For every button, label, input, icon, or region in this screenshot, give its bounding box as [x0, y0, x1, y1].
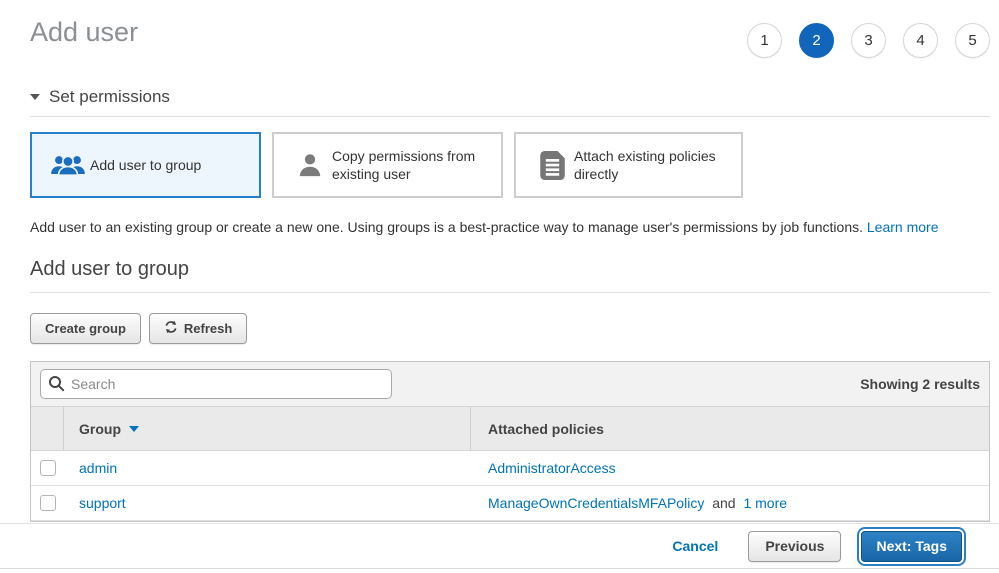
row-checkbox-admin[interactable]	[40, 460, 56, 476]
policy-link[interactable]: AdministratorAccess	[488, 460, 616, 476]
set-permissions-title: Set permissions	[49, 87, 170, 107]
permissions-description: Add user to an existing group or create …	[30, 219, 990, 235]
cancel-link[interactable]: Cancel	[672, 538, 718, 554]
table-row-support: support ManageOwnCredentialsMFAPolicy an…	[31, 486, 989, 521]
search-input[interactable]	[40, 369, 392, 399]
description-text: Add user to an existing group or create …	[30, 219, 863, 235]
search-icon	[48, 375, 65, 397]
step-2-active: 2	[799, 23, 834, 58]
step-4: 4	[903, 23, 938, 58]
wizard-steps: 1 2 3 4 5	[747, 23, 990, 58]
results-count: Showing 2 results	[860, 376, 980, 392]
group-toolbar: Create group Refresh	[30, 313, 990, 344]
table-toolbar: Showing 2 results	[31, 362, 989, 406]
card-label: Add user to group	[90, 156, 201, 174]
page-title: Add user	[30, 16, 138, 48]
step-1: 1	[747, 23, 782, 58]
and-text: and	[712, 495, 735, 511]
permission-option-cards: Add user to group Copy permissions from …	[30, 132, 990, 198]
page-header: Add user 1 2 3 4 5	[30, 16, 990, 58]
refresh-icon	[164, 320, 178, 337]
header-group-column[interactable]: Group	[64, 407, 471, 450]
users-group-icon	[46, 153, 90, 178]
wizard-footer: Cancel Previous Next: Tags	[0, 523, 999, 569]
user-icon	[288, 151, 332, 179]
step-3: 3	[851, 23, 886, 58]
step-5: 5	[955, 23, 990, 58]
learn-more-link[interactable]: Learn more	[867, 219, 939, 235]
card-add-user-to-group[interactable]: Add user to group	[30, 132, 261, 198]
group-link-admin[interactable]: admin	[79, 460, 117, 476]
sort-caret-icon[interactable]	[129, 426, 139, 432]
policy-more-link[interactable]: 1 more	[743, 495, 787, 511]
card-copy-permissions[interactable]: Copy permissions from existing user	[272, 132, 503, 198]
card-attach-policies[interactable]: Attach existing policies directly	[514, 132, 743, 198]
header-policies-column: Attached policies	[471, 421, 989, 437]
policy-document-icon	[530, 151, 574, 180]
policy-link[interactable]: ManageOwnCredentialsMFAPolicy	[488, 495, 704, 511]
row-checkbox-support[interactable]	[40, 495, 56, 511]
add-user-to-group-title: Add user to group	[30, 258, 990, 293]
refresh-button[interactable]: Refresh	[149, 313, 247, 344]
card-label: Attach existing policies directly	[574, 147, 729, 183]
card-label: Copy permissions from existing user	[332, 147, 489, 183]
table-row-admin: admin AdministratorAccess	[31, 451, 989, 486]
groups-table: Showing 2 results Group Attached policie…	[30, 361, 990, 522]
set-permissions-header[interactable]: Set permissions	[30, 87, 990, 117]
table-header-row: Group Attached policies	[31, 406, 989, 451]
collapse-caret-icon	[30, 94, 40, 100]
group-link-support[interactable]: support	[79, 495, 126, 511]
header-checkbox-cell	[31, 407, 64, 450]
create-group-button[interactable]: Create group	[30, 313, 141, 344]
search-wrap	[40, 369, 392, 399]
